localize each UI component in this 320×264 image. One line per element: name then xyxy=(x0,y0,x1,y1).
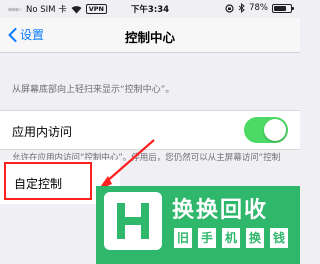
watermark-banner: 换换回收 旧 手 机 换 钱 xyxy=(96,186,300,264)
watermark-char: 手 xyxy=(198,228,216,248)
control-center-description: 从屏幕底部向上轻扫来显示“控制中心”。 xyxy=(12,85,175,95)
bluetooth-icon xyxy=(238,3,245,13)
status-bar: No SIM 卡 VPN 下午3:34 78% xyxy=(0,0,300,17)
status-right: 78% xyxy=(225,3,294,13)
battery-icon xyxy=(272,3,294,13)
in-app-access-row[interactable]: 应用内访问 xyxy=(0,110,300,150)
custom-controls-label: 自定控制 xyxy=(14,177,63,191)
watermark-char: 换 xyxy=(246,228,264,248)
in-app-access-label: 应用内访问 xyxy=(12,125,73,139)
navigation-bar: 设置 控制中心 xyxy=(0,18,300,53)
toggle-knob xyxy=(264,119,286,141)
page-title: 控制中心 xyxy=(124,30,175,45)
battery-percent: 78% xyxy=(249,3,268,13)
watermark-subtitle: 旧 手 机 换 钱 xyxy=(174,228,288,248)
in-app-access-toggle[interactable] xyxy=(244,117,288,143)
rotation-lock-icon xyxy=(225,3,234,13)
watermark-logo xyxy=(104,192,162,250)
watermark-char: 旧 xyxy=(174,228,192,248)
watermark-char: 钱 xyxy=(270,228,288,248)
battery-fill xyxy=(274,5,287,11)
watermark-title: 换换回收 xyxy=(172,198,269,223)
h-logo-icon xyxy=(117,203,149,239)
watermark-char: 机 xyxy=(222,228,240,248)
